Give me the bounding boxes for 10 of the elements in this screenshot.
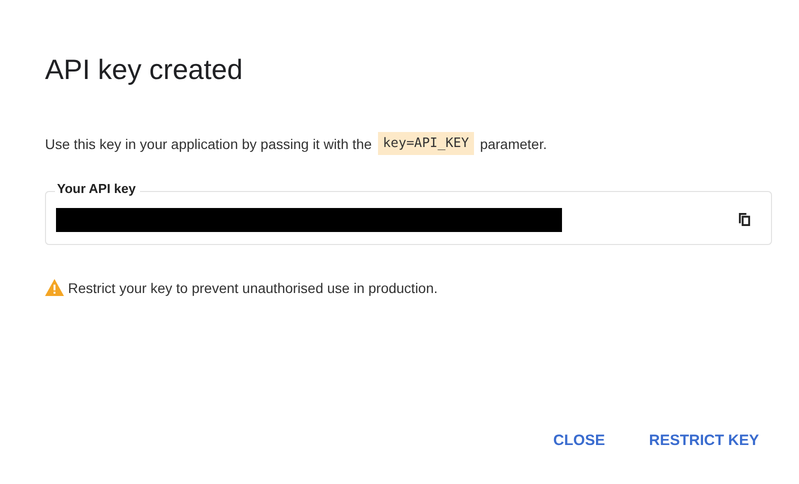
dialog-title: API key created — [45, 53, 244, 87]
copy-icon[interactable] — [738, 212, 751, 226]
warning-icon — [45, 279, 64, 296]
instruction-text: parameter. — [480, 136, 547, 152]
warning-text: Restrict your key to prevent unauthorised use in production. — [68, 280, 438, 296]
dialog-button[interactable]: CLOSE — [545, 428, 613, 453]
dialog-button[interactable]: RESTRICT KEY — [640, 428, 767, 453]
instruction-text: Use this key in your application by passing it with the — [45, 136, 372, 152]
inline-code: key=API_KEY — [378, 132, 474, 155]
field-label: Your API key — [55, 181, 140, 196]
